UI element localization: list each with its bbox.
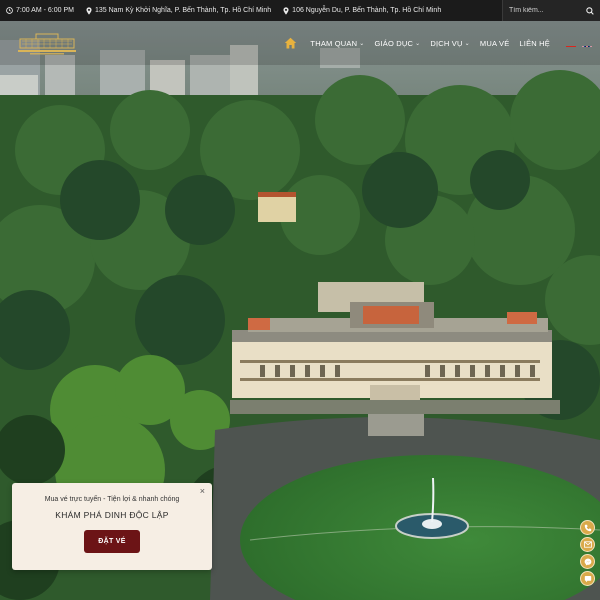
promo-title: KHÁM PHÁ DINH ĐỘC LẬP	[55, 510, 169, 520]
nav-menu: THAM QUAN ⌄ GIÁO DỤC ⌄ DỊCH VỤ ⌄ MUA VÉ …	[284, 21, 592, 65]
chevron-down-icon: ⌄	[415, 40, 421, 47]
nav-item-label: LIÊN HỆ	[519, 38, 550, 48]
chat-icon[interactable]	[584, 575, 592, 583]
nav-item-label: THAM QUAN	[310, 38, 358, 48]
nav-item-label: DỊCH VỤ	[430, 38, 463, 48]
nav-home[interactable]	[284, 36, 298, 50]
nav-item-lien-he[interactable]: LIÊN HỆ	[519, 39, 550, 48]
address-secondary-text: 106 Nguyễn Du, P. Bến Thành, Tp. Hồ Chí …	[292, 7, 442, 14]
search-box[interactable]	[502, 0, 600, 21]
vietnam-flag-icon[interactable]	[566, 45, 576, 47]
address-primary-text: 135 Nam Kỳ Khởi Nghĩa, P. Bến Thành, Tp.…	[94, 7, 272, 14]
home-icon[interactable]	[284, 37, 297, 49]
nav-item-label: MUA VÉ	[479, 38, 510, 48]
chat-button[interactable]	[580, 571, 595, 586]
messenger-button[interactable]	[580, 554, 595, 569]
search-icon[interactable]	[586, 6, 594, 15]
site-logo[interactable]	[16, 27, 78, 57]
address-primary: 135 Nam Kỳ Khởi Nghĩa, P. Bến Thành, Tp.…	[86, 6, 272, 15]
nav-item-label: GIÁO DỤC	[374, 38, 414, 48]
clock-icon	[6, 7, 13, 14]
location-pin-icon	[86, 6, 92, 15]
messenger-icon[interactable]	[584, 558, 592, 566]
email-button[interactable]	[580, 537, 595, 552]
independence-palace-logo-icon[interactable]	[16, 27, 78, 57]
phone-button[interactable]	[580, 520, 595, 535]
email-icon[interactable]	[583, 541, 592, 548]
top-info-bar: 7:00 AM - 6:00 PM 135 Nam Kỳ Khởi Nghĩa,…	[0, 0, 600, 21]
ticket-promo-popup: × Mua vé trực tuyến - Tiện lợi & nhanh c…	[12, 483, 212, 570]
promo-subtitle: Mua vé trực tuyến - Tiện lợi & nhanh chó…	[44, 496, 180, 503]
phone-icon[interactable]	[584, 524, 592, 532]
close-icon[interactable]: ×	[200, 487, 205, 496]
uk-flag-icon[interactable]	[582, 44, 592, 47]
language-vietnamese[interactable]	[566, 40, 576, 47]
opening-hours-text: 7:00 AM - 6:00 PM	[16, 7, 74, 14]
book-ticket-button[interactable]: ĐẶT VÉ	[84, 530, 140, 553]
main-navigation: THAM QUAN ⌄ GIÁO DỤC ⌄ DỊCH VỤ ⌄ MUA VÉ …	[0, 21, 600, 65]
location-pin-icon	[283, 6, 289, 15]
opening-hours: 7:00 AM - 6:00 PM	[6, 7, 74, 14]
chevron-down-icon: ⌄	[464, 40, 470, 47]
search-input[interactable]	[509, 7, 586, 14]
language-english[interactable]	[582, 40, 592, 47]
floating-contact-bar	[580, 520, 596, 588]
nav-item-giao-duc[interactable]: GIÁO DỤC ⌄	[374, 39, 420, 48]
nav-item-dich-vu[interactable]: DỊCH VỤ ⌄	[430, 39, 469, 48]
nav-item-mua-ve[interactable]: MUA VÉ	[480, 39, 510, 48]
chevron-down-icon: ⌄	[359, 40, 365, 47]
nav-item-tham-quan[interactable]: THAM QUAN ⌄	[310, 39, 364, 48]
address-secondary: 106 Nguyễn Du, P. Bến Thành, Tp. Hồ Chí …	[283, 6, 442, 15]
